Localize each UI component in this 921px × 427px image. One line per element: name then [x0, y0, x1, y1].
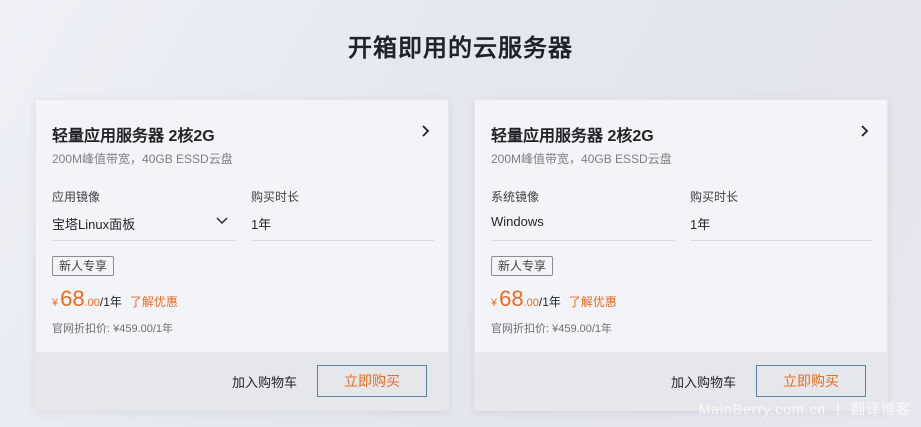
price: ¥68.00/1年 了解优惠 — [52, 286, 178, 312]
watermark: MainBerry.com.cn 丨 翻译博客 — [698, 401, 911, 417]
image-select[interactable]: 宝塔Linux面板 — [52, 210, 236, 241]
price-decimal: .00 — [84, 297, 100, 309]
buy-now-button[interactable]: 立即购买 — [317, 365, 427, 397]
price-currency: ¥ — [52, 297, 59, 309]
add-to-cart-link[interactable]: 加入购物车 — [671, 372, 736, 391]
new-user-badge: 新人专享 — [491, 256, 554, 276]
product-card-2: 轻量应用服务器 2核2G 200M峰值带宽，40GB ESSD云盘 系统镜像 购… — [474, 99, 888, 411]
card-title: 轻量应用服务器 2核2G — [52, 128, 215, 145]
original-price: 官网折扣价: ¥459.00/1年 — [491, 323, 613, 335]
card-title: 轻量应用服务器 2核2G — [491, 128, 654, 145]
image-label: 应用镜像 — [52, 190, 101, 204]
promo-link[interactable]: 了解优惠 — [569, 293, 617, 310]
chevron-right-icon[interactable] — [418, 123, 432, 139]
image-label: 系统镜像 — [491, 190, 540, 204]
product-card-1: 轻量应用服务器 2核2G 200M峰值带宽，40GB ESSD云盘 应用镜像 购… — [35, 99, 449, 411]
image-select[interactable]: Windows — [491, 210, 675, 241]
image-select-value: Windows — [491, 214, 544, 229]
duration-select[interactable]: 1年 — [690, 210, 873, 241]
duration-select-value: 1年 — [690, 217, 711, 232]
price-currency: ¥ — [491, 297, 498, 309]
price: ¥68.00/1年 了解优惠 — [491, 286, 617, 312]
buy-now-button[interactable]: 立即购买 — [756, 365, 866, 397]
chevron-right-icon[interactable] — [857, 123, 871, 139]
card-spec: 200M峰值带宽，40GB ESSD云盘 — [52, 152, 233, 166]
duration-label: 购买时长 — [251, 190, 300, 204]
duration-select[interactable]: 1年 — [251, 210, 434, 241]
duration-select-value: 1年 — [251, 217, 272, 232]
add-to-cart-link[interactable]: 加入购物车 — [232, 372, 297, 391]
page-title: 开箱即用的云服务器 — [348, 35, 573, 62]
chevron-down-icon — [216, 217, 228, 224]
original-price: 官网折扣价: ¥459.00/1年 — [52, 323, 174, 335]
price-unit: /1年 — [99, 295, 122, 309]
price-unit: /1年 — [538, 295, 561, 309]
new-user-badge: 新人专享 — [52, 256, 115, 276]
image-select-value: 宝塔Linux面板 — [52, 217, 136, 232]
duration-label: 购买时长 — [690, 190, 739, 204]
price-decimal: .00 — [523, 297, 539, 309]
card-spec: 200M峰值带宽，40GB ESSD云盘 — [491, 152, 672, 166]
price-integer: 68 — [499, 286, 524, 311]
promo-link[interactable]: 了解优惠 — [130, 293, 178, 310]
price-integer: 68 — [60, 286, 85, 311]
